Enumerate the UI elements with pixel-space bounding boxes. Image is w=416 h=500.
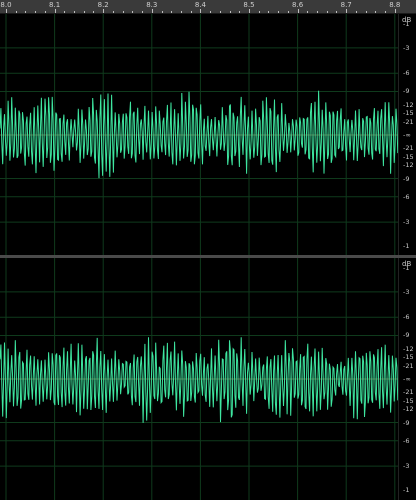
ruler-minor-tick [287, 11, 289, 13]
ruler-minor-tick [317, 11, 319, 13]
ruler-minor-tick [336, 11, 338, 13]
db-scale-label: -9 [403, 87, 410, 96]
ruler-minor-tick [365, 11, 367, 13]
ruler-minor-tick [64, 11, 66, 13]
waveform-display[interactable] [0, 14, 398, 256]
ruler-tick-label: 8.2 [97, 1, 109, 9]
db-scale-label: -12 [403, 100, 414, 109]
ruler-minor-tick [15, 11, 17, 13]
db-scale-label: -6 [403, 313, 410, 322]
ruler-minor-tick [326, 11, 328, 13]
ruler-minor-tick [171, 11, 173, 13]
db-scale-label: -3 [403, 462, 410, 471]
db-scale-label: -9 [403, 174, 410, 183]
db-scale-label: -6 [403, 192, 410, 201]
ruler-minor-tick [83, 11, 85, 13]
db-scale-label: -12 [403, 405, 414, 414]
ruler-minor-tick [180, 11, 182, 13]
db-scale-label: -15 [403, 152, 414, 161]
db-scale: dB -1 -3 -6 -9 -12 -15 -21 -∞ -21 -15 -12 -9 -6 -3 -1 [398, 14, 416, 256]
waveform-svg [0, 14, 398, 256]
ruler-minor-tick [239, 11, 241, 13]
ruler-minor-tick [74, 11, 76, 13]
waveform-editor[interactable]: dB -1 -3 -6 -9 -12 -15 -21 -∞ -21 -15 -12 -9 -6 -3 -1 … [0, 14, 416, 500]
ruler-tick-mark [54, 9, 56, 13]
db-scale-label: -21 [403, 144, 414, 153]
ruler-tick-label: 8.1 [49, 1, 61, 9]
ruler-minor-tick [375, 11, 377, 13]
db-scale-label: -6 [403, 69, 410, 78]
ruler-minor-tick [122, 11, 124, 13]
waveform-trace [0, 90, 398, 179]
ruler-minor-tick [258, 11, 260, 13]
ruler-tick-mark [297, 9, 299, 13]
db-scale-label: -3 [403, 287, 410, 296]
ruler-tick-label: 8.6 [292, 1, 304, 9]
db-scale-label: -15 [403, 396, 414, 405]
ruler-tick-mark [103, 9, 105, 13]
ruler-tick-label: 8.8 [389, 1, 401, 9]
ruler-minor-tick [161, 11, 163, 13]
ruler-minor-tick [132, 11, 134, 13]
db-scale-label: -12 [403, 161, 414, 170]
ruler-tick-label: 8.5 [243, 1, 255, 9]
waveform-svg [0, 258, 398, 500]
db-scale-label: -9 [403, 418, 410, 427]
ruler-minor-tick [112, 11, 114, 13]
ruler-minor-tick [44, 11, 46, 13]
ruler-tick-label: 8.4 [194, 1, 206, 9]
db-scale-label: -∞ [403, 131, 411, 139]
ruler-tick-mark [346, 9, 348, 13]
channel-left[interactable]: dB -1 -3 -6 -9 -12 -15 -21 -∞ -21 -15 -12 -9 -6 -3 -1 [0, 14, 416, 256]
db-scale-label: -3 [403, 218, 410, 227]
ruler-minor-tick [93, 11, 95, 13]
ruler-tick-label: 8.7 [340, 1, 352, 9]
db-scale-label: -21 [403, 361, 414, 370]
waveform-display[interactable] [0, 258, 398, 500]
db-scale-label: -12 [403, 344, 414, 353]
db-scale-label: -1 [403, 242, 410, 251]
channel-right[interactable]: dB -1 -3 -6 -9 -12 -15 -21 -∞ -21 -15 -12 -9 -6 -3 -1 [0, 258, 416, 500]
ruler-minor-tick [219, 11, 221, 13]
db-scale-label: -1 [403, 19, 410, 28]
waveform-trace [0, 337, 398, 423]
ruler-tick-mark [6, 9, 7, 13]
ruler-tick-label: 8.0 [0, 1, 12, 9]
ruler-tick-mark [249, 9, 250, 13]
ruler-minor-tick [229, 11, 231, 13]
db-scale-label: -15 [403, 109, 414, 118]
db-scale-label: -1 [403, 263, 410, 272]
db-scale-label: -21 [403, 388, 414, 397]
db-scale-label: -1 [403, 486, 410, 495]
db-scale-label: -∞ [403, 375, 411, 383]
ruler-minor-tick [385, 11, 387, 13]
ruler-tick-mark [151, 9, 153, 13]
ruler-minor-tick [355, 11, 357, 13]
db-scale-label: -6 [403, 436, 410, 445]
ruler-minor-tick [25, 11, 27, 13]
ruler-tick-mark [200, 9, 202, 13]
db-scale: dB -1 -3 -6 -9 -12 -15 -21 -∞ -21 -15 -12 -9 -6 -3 -1 [398, 258, 416, 500]
db-scale-label: -21 [403, 117, 414, 126]
db-scale-label: -3 [403, 43, 410, 52]
ruler-minor-tick [278, 11, 280, 13]
ruler-minor-tick [190, 11, 192, 13]
ruler-minor-tick [307, 11, 309, 13]
ruler-minor-tick [210, 11, 212, 13]
db-scale-label: -9 [403, 331, 410, 340]
ruler-minor-tick [35, 11, 37, 13]
ruler-tick-mark [394, 9, 396, 13]
ruler-minor-tick [268, 11, 270, 13]
time-ruler[interactable]: 8.0 8.1 8.2 8.3 8.4 8.5 8.6 8.7 8.8 [0, 0, 416, 14]
ruler-minor-tick [142, 11, 144, 13]
db-scale-label: -15 [403, 353, 414, 362]
ruler-tick-label: 8.3 [146, 1, 158, 9]
